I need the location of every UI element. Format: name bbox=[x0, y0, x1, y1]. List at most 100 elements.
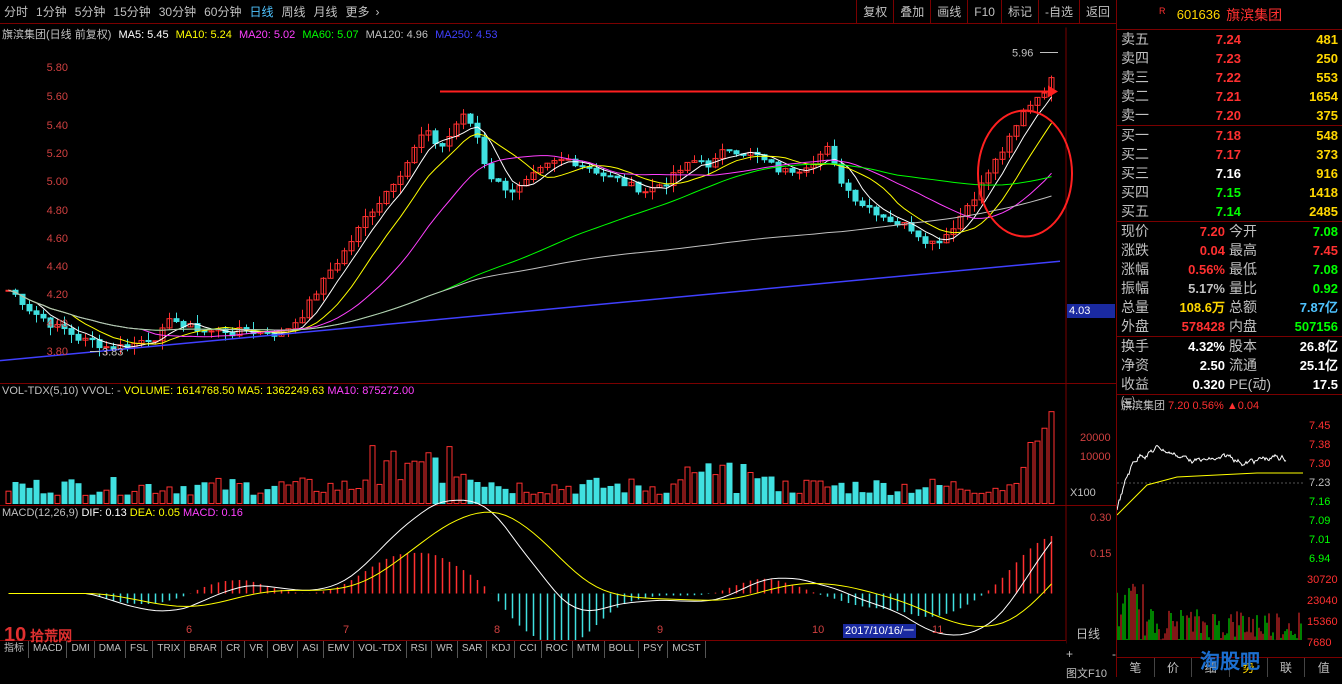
tf-monthly[interactable]: 月线 bbox=[310, 3, 342, 20]
indicator-tab-rsi[interactable]: RSI bbox=[407, 641, 433, 658]
orderbook-row: 买二 7.17 373 bbox=[1117, 145, 1342, 164]
indicator-tab-vr[interactable]: VR bbox=[245, 641, 269, 658]
chevron-right-icon[interactable]: › bbox=[376, 5, 380, 19]
price-tick: 4.40 bbox=[46, 261, 68, 273]
mark-button[interactable]: 标记 bbox=[1000, 0, 1038, 24]
price-tick: 5.60 bbox=[46, 91, 68, 103]
level-volume: 1418 bbox=[1309, 185, 1338, 200]
svg-text:7.23: 7.23 bbox=[1309, 477, 1330, 489]
quote-tab[interactable]: 值 bbox=[1305, 658, 1342, 677]
level-volume: 1654 bbox=[1309, 89, 1338, 104]
quote-tabs: 笔价细势联值 bbox=[1117, 657, 1342, 677]
level-volume: 373 bbox=[1316, 147, 1338, 162]
tf-60min[interactable]: 60分钟 bbox=[200, 3, 245, 20]
indicator-tab-dma[interactable]: DMA bbox=[95, 641, 127, 658]
tf-more[interactable]: 更多 bbox=[342, 3, 374, 20]
level-label: 买一 bbox=[1121, 127, 1149, 143]
quote-tab[interactable]: 细 bbox=[1192, 658, 1231, 677]
dif-label: DIF: 0.13 bbox=[81, 507, 127, 519]
quote-stats: 现价 7.20 今开 7.08 涨跌 0.04 最高 7.45 涨幅 0.56% 最低 7.08 振幅 5… bbox=[1117, 222, 1342, 336]
indicator-tab-psy[interactable]: PSY bbox=[639, 641, 669, 658]
month-label: 7 bbox=[343, 624, 350, 636]
quote-value: 7.08 bbox=[1312, 224, 1338, 239]
level-price: 7.20 bbox=[1215, 108, 1241, 123]
tf-30min[interactable]: 30分钟 bbox=[155, 3, 200, 20]
indicator-tab-dmi[interactable]: DMI bbox=[67, 641, 95, 658]
watchlist-button[interactable]: -自选 bbox=[1037, 0, 1079, 24]
f10-text-button[interactable]: 图文F10 bbox=[1066, 663, 1116, 683]
price-tick: 5.80 bbox=[46, 62, 68, 74]
quote-row: 外盘 578428 内盘 507156 bbox=[1117, 317, 1342, 336]
fund-value: 4.32% bbox=[1188, 339, 1225, 354]
macd-tick: 0.30 bbox=[1090, 512, 1112, 524]
fund-label: 净资 bbox=[1121, 357, 1149, 373]
macd-label: MACD: 0.16 bbox=[183, 507, 243, 519]
overlay-button[interactable]: 叠加 bbox=[893, 0, 930, 24]
back-button[interactable]: 返回 bbox=[1078, 0, 1116, 24]
quote-value: 0.92 bbox=[1312, 281, 1338, 296]
quote-label: 最高 bbox=[1229, 242, 1257, 258]
indicator-tab-mtm[interactable]: MTM bbox=[573, 641, 605, 658]
indicator-tab-brar[interactable]: BRAR bbox=[185, 641, 222, 658]
adjust-button[interactable]: 复权 bbox=[856, 0, 893, 24]
tf-fenshi[interactable]: 分时 bbox=[0, 3, 32, 20]
indicator-tab-wr[interactable]: WR bbox=[432, 641, 458, 658]
intraday-chart[interactable]: 7.45 7.38 7.30 7.23 7.16 7.09 7.01 6.94 30720 230… bbox=[1116, 415, 1342, 655]
indicator-tab-boll[interactable]: BOLL bbox=[605, 641, 640, 658]
quote-tab[interactable]: 笔 bbox=[1117, 658, 1155, 677]
svg-text:7.16: 7.16 bbox=[1309, 496, 1330, 508]
month-label: 6 bbox=[186, 624, 193, 636]
f10-button[interactable]: F10 bbox=[967, 0, 1001, 24]
vol-tick: 20000 bbox=[1080, 432, 1111, 444]
tf-15min[interactable]: 15分钟 bbox=[109, 3, 154, 20]
indicator-tab-kdj[interactable]: KDJ bbox=[487, 641, 516, 658]
quote-value: 0.56% bbox=[1188, 262, 1225, 277]
indicator-tab-roc[interactable]: ROC bbox=[542, 641, 573, 658]
period-label[interactable]: 日线 bbox=[1066, 622, 1116, 645]
indicator-tab-mcst[interactable]: MCST bbox=[668, 641, 706, 658]
arrow-head-icon bbox=[1048, 85, 1058, 98]
tf-daily[interactable]: 日线 bbox=[245, 3, 277, 20]
indicator-tab-emv[interactable]: EMV bbox=[324, 641, 355, 658]
tf-weekly[interactable]: 周线 bbox=[277, 3, 309, 20]
indicator-tab-sar[interactable]: SAR bbox=[458, 641, 488, 658]
month-label: 10 bbox=[812, 624, 825, 636]
quote-label: 外盘 bbox=[1121, 318, 1149, 334]
indicator-tab-fsl[interactable]: FSL bbox=[126, 641, 154, 658]
indicator-tab-cr[interactable]: CR bbox=[222, 641, 246, 658]
svg-text:15360: 15360 bbox=[1307, 616, 1338, 628]
quote-tab[interactable]: 价 bbox=[1155, 658, 1193, 677]
intraday-price: 7.20 bbox=[1168, 400, 1190, 412]
tf-1min[interactable]: 1分钟 bbox=[32, 3, 71, 20]
kline-chart[interactable]: 3.83 5.96 bbox=[0, 24, 1116, 684]
price-tick: 4.20 bbox=[46, 289, 68, 301]
high-price-label: 5.96 bbox=[1012, 48, 1033, 60]
price-tick: 5.20 bbox=[46, 148, 68, 160]
level-volume: 548 bbox=[1316, 128, 1338, 143]
stock-code: 601636 bbox=[1176, 7, 1221, 22]
quote-label: 总额 bbox=[1229, 299, 1257, 315]
indicator-tab-指标[interactable]: 指标 bbox=[0, 641, 29, 658]
indicator-tab-macd[interactable]: MACD bbox=[29, 641, 68, 658]
fundamental-row: 换手 4.32% 股本 26.8亿 bbox=[1117, 337, 1342, 356]
fund-value: 25.1亿 bbox=[1299, 358, 1338, 373]
volume-legend: VOL-TDX(5,10) VVOL: - VOLUME: 1614768.50… bbox=[2, 385, 414, 397]
price-tick: 4.60 bbox=[46, 233, 68, 245]
price-tick: 5.40 bbox=[46, 120, 68, 132]
indicator-tab-vol-tdx[interactable]: VOL-TDX bbox=[354, 641, 407, 658]
draw-button[interactable]: 画线 bbox=[930, 0, 967, 24]
tf-5min[interactable]: 5分钟 bbox=[71, 3, 110, 20]
orderbook-row: 卖四 7.23 250 bbox=[1117, 49, 1342, 68]
price-tick: 4.00 bbox=[46, 318, 68, 330]
indicator-tab-trix[interactable]: TRIX bbox=[153, 641, 186, 658]
dea-label: DEA: 0.05 bbox=[129, 507, 180, 519]
quote-value: 5.17% bbox=[1188, 281, 1225, 296]
indicator-tab-cci[interactable]: CCI bbox=[515, 641, 542, 658]
price-tick: 3.80 bbox=[46, 346, 68, 358]
plus-icon[interactable]: + bbox=[1066, 647, 1073, 661]
current-price-tag: 4.03 bbox=[1067, 304, 1115, 318]
indicator-tab-obv[interactable]: OBV bbox=[268, 641, 299, 658]
quote-tab[interactable]: 势 bbox=[1230, 658, 1268, 677]
indicator-tab-asi[interactable]: ASI bbox=[298, 641, 324, 658]
quote-tab[interactable]: 联 bbox=[1268, 658, 1306, 677]
